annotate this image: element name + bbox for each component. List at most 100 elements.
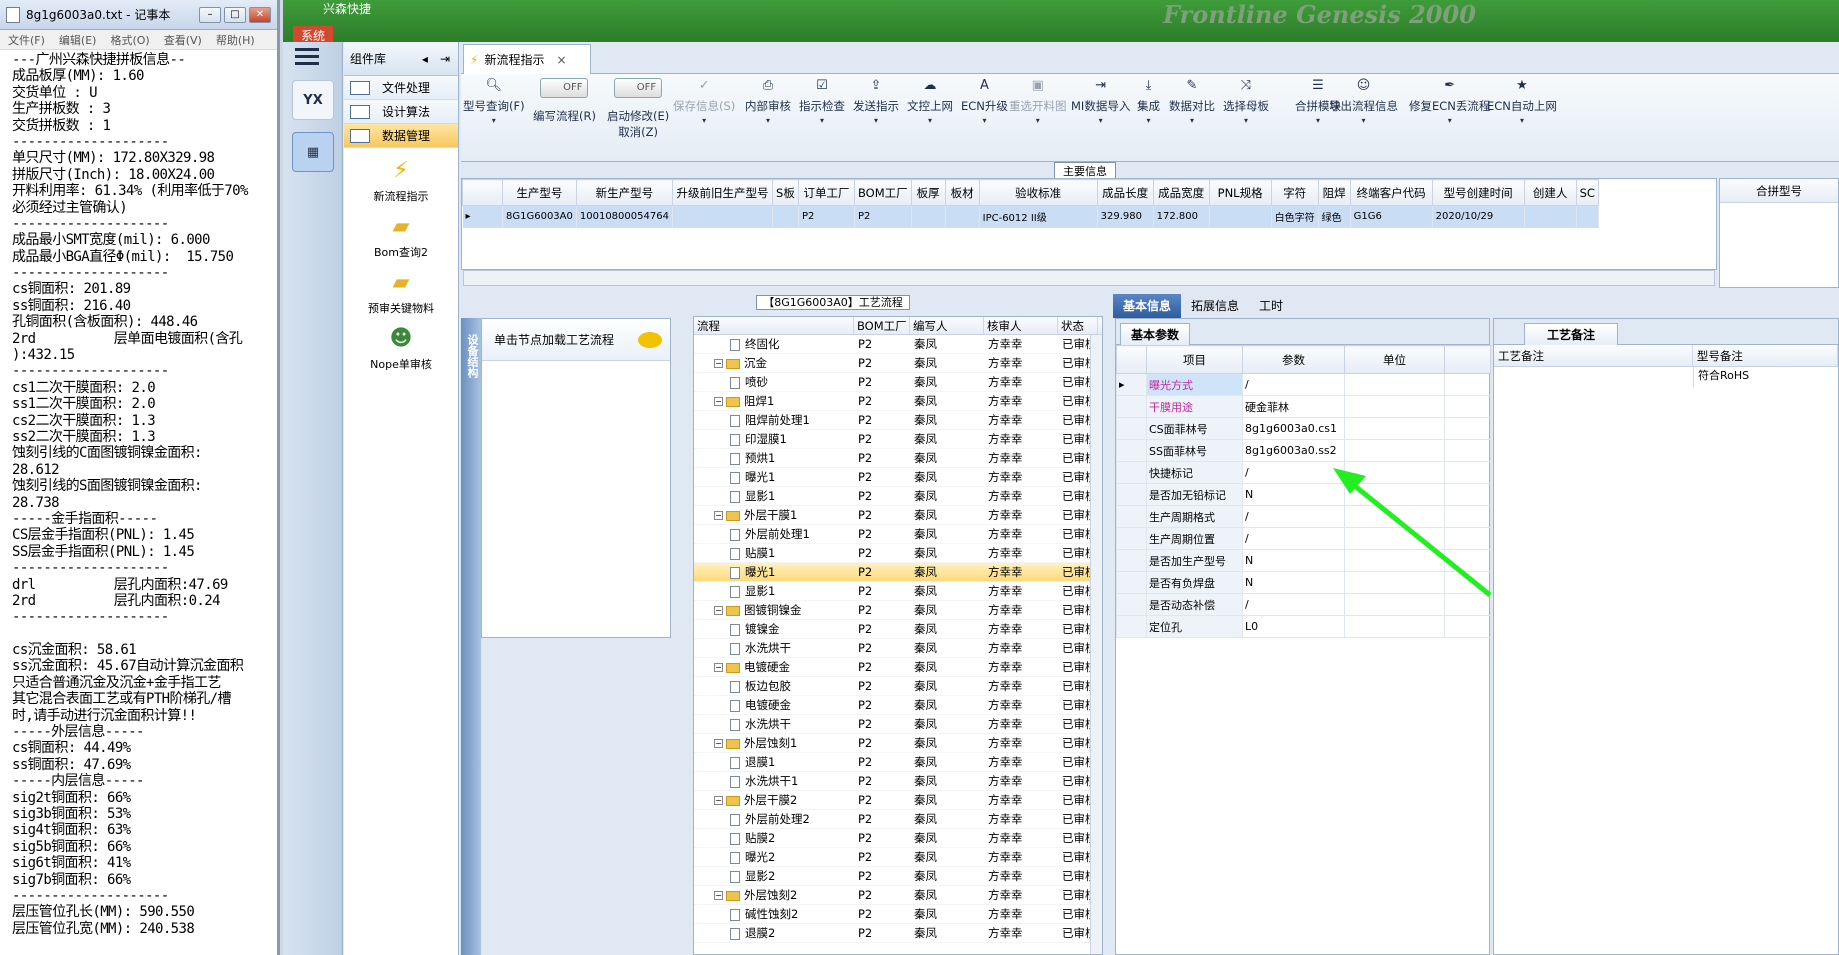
yx-factory-icon[interactable]: YX	[292, 80, 334, 120]
grid-column-header[interactable]: 升级前旧生产型号	[671, 179, 773, 206]
param-value[interactable]: 硬金菲林	[1242, 395, 1345, 418]
grid-column-header[interactable]: PNL规格	[1208, 179, 1272, 206]
flow-column-header[interactable]: BOM工厂	[854, 317, 910, 334]
flow-row[interactable]: 贴膜2 P2 秦凤 方幸幸 已审核	[694, 829, 1102, 848]
horizontal-scrollbar[interactable]	[463, 270, 1715, 286]
flow-row[interactable]: − 外层蚀刻1 P2 秦凤 方幸幸 已审核	[694, 734, 1102, 753]
grid-cell[interactable]: P2	[798, 205, 855, 228]
toolbar-button-4[interactable]: ⎙ 内部审核 ▾	[745, 78, 791, 125]
grid-cell[interactable]	[1209, 205, 1272, 228]
grid-column-header[interactable]: 字符	[1270, 179, 1319, 206]
params-row[interactable]: 是否有负焊盘 N	[1116, 571, 1491, 594]
vertical-scrollbar[interactable]	[1090, 335, 1102, 954]
flow-row[interactable]: 阻焊前处理1 P2 秦凤 方幸幸 已审核	[694, 411, 1102, 430]
grid-cell[interactable]: 2020/10/29	[1432, 205, 1525, 228]
param-unit[interactable]	[1344, 571, 1445, 594]
grid-column-header[interactable]: 生产型号	[502, 179, 577, 206]
collapse-icon[interactable]: −	[714, 891, 723, 900]
collapse-icon[interactable]: −	[714, 397, 723, 406]
grid-column-header[interactable]: SC	[1575, 179, 1599, 206]
grid-cell[interactable]: G1G6	[1350, 205, 1433, 228]
param-unit[interactable]	[1344, 439, 1445, 462]
param-unit[interactable]	[1344, 615, 1445, 638]
flow-row[interactable]: 外层前处理1 P2 秦凤 方幸幸 已审核	[694, 525, 1102, 544]
tab-close-icon[interactable]: ×	[556, 53, 566, 67]
flow-row[interactable]: 印湿膜1 P2 秦凤 方幸幸 已审核	[694, 430, 1102, 449]
flow-row[interactable]: 水洗烘干1 P2 秦凤 方幸幸 已审核	[694, 772, 1102, 791]
flow-row[interactable]: 曝光1 P2 秦凤 方幸幸 已审核	[694, 468, 1102, 487]
params-row[interactable]: 定位孔 L0	[1116, 615, 1491, 638]
param-unit[interactable]	[1344, 417, 1445, 440]
grid-column-header[interactable]: 新生产型号	[575, 179, 673, 206]
flow-row[interactable]: − 沉金 P2 秦凤 方幸幸 已审核	[694, 354, 1102, 373]
notepad-text-area[interactable]: ---广州兴森快捷拼板信息-- 成品板厚(MM): 1.60 交货单位 : U 生产拼…	[0, 50, 277, 937]
params-column-header[interactable]: 单位	[1344, 345, 1445, 374]
collapse-left-icon[interactable]: ◂	[422, 52, 428, 66]
toolbar-button-3[interactable]: ✓ 保存信息(S) ▾	[673, 78, 735, 125]
param-value[interactable]: 8g1g6003a0.cs1	[1242, 417, 1345, 440]
params-column-header[interactable]: 参数	[1242, 345, 1345, 374]
model-note-cell[interactable]: 符合RoHS	[1694, 367, 1749, 387]
grid-cell[interactable]: 白色字符	[1271, 205, 1319, 228]
grid-cell[interactable]: 绿色	[1318, 205, 1351, 228]
params-row[interactable]: 是否动态补偿 /	[1116, 593, 1491, 616]
param-unit[interactable]	[1344, 505, 1445, 528]
basic-params-title[interactable]: 基本参数	[1120, 323, 1191, 345]
menu-help[interactable]: 帮助(H)	[216, 32, 255, 48]
hint-header[interactable]: 单击节点加载工艺流程	[482, 319, 670, 361]
flow-row[interactable]: 水洗烘干 P2 秦凤 方幸幸 已审核	[694, 715, 1102, 734]
toggle-switch[interactable]: OFF	[614, 78, 663, 98]
flow-row[interactable]: 退膜2 P2 秦凤 方幸幸 已审核	[694, 924, 1102, 943]
toolbar-button-10[interactable]: ⇥ MI数据导入 ▾	[1071, 78, 1130, 125]
toolbar-button-6[interactable]: ⇪ 发送指示 ▾	[853, 78, 899, 125]
param-value[interactable]: /	[1242, 373, 1345, 396]
toolbar-button-2[interactable]: OFF 启动修改(E) 取消(Z)	[607, 78, 669, 140]
minimize-button[interactable]: –	[199, 6, 221, 23]
flow-column-header[interactable]: 核审人	[984, 317, 1058, 334]
grid-cell[interactable]	[911, 205, 946, 228]
component-item-data[interactable]: 数据管理	[344, 124, 458, 148]
param-unit[interactable]	[1344, 461, 1445, 484]
toolbar-button-0[interactable]: 🔍︎ 型号查询(F) ▾	[463, 78, 525, 125]
toolbar-button-17[interactable]: ★ ECN自动上网 ▾	[1487, 78, 1557, 125]
grid-cell[interactable]	[945, 205, 980, 228]
tool-new-flow[interactable]: ⚡ 新流程指示	[344, 158, 458, 204]
flow-row[interactable]: 板边包胶 P2 秦凤 方幸幸 已审核	[694, 677, 1102, 696]
flow-row[interactable]: 退膜1 P2 秦凤 方幸幸 已审核	[694, 753, 1102, 772]
params-column-header[interactable]: 项目	[1146, 345, 1243, 374]
collapse-icon[interactable]: −	[714, 796, 723, 805]
craft-notes-title[interactable]: 工艺备注	[1524, 323, 1619, 345]
flow-row[interactable]: 水洗烘干 P2 秦凤 方幸幸 已审核	[694, 639, 1102, 658]
close-button[interactable]: ✕	[249, 6, 271, 23]
tab-extended-info[interactable]: 拓展信息	[1181, 294, 1249, 318]
component-item-file[interactable]: 文件处理	[344, 76, 458, 100]
grid-cell[interactable]	[772, 205, 799, 228]
table-row[interactable]: ▸ 8G1G6003A0 10010800054764 P2 P2 IPC-6012 II…	[462, 205, 1599, 228]
hamburger-icon[interactable]	[295, 48, 319, 68]
grid-column-header[interactable]: 板材	[944, 179, 980, 206]
params-row[interactable]: ▸ 曝光方式 /	[1116, 373, 1491, 396]
param-unit[interactable]	[1344, 483, 1445, 506]
grid-column-header[interactable]: 终端客户代码	[1349, 179, 1433, 206]
tool-bom-query[interactable]: ▰ Bom查询2	[344, 214, 458, 260]
flow-row[interactable]: − 外层干膜1 P2 秦凤 方幸幸 已审核	[694, 506, 1102, 525]
param-value[interactable]: L0	[1242, 615, 1345, 638]
grid-cell[interactable]: 329.980	[1097, 205, 1154, 228]
flow-row[interactable]: 碱性蚀刻2 P2 秦凤 方幸幸 已审核	[694, 905, 1102, 924]
flow-column-header[interactable]: 状态	[1058, 317, 1098, 334]
toolbar-button-16[interactable]: ✒ 修复ECN丢流程 ▾	[1409, 78, 1490, 125]
grid-column-header[interactable]: 成品长度	[1096, 179, 1154, 206]
flow-row[interactable]: 曝光1 P2 秦凤 方幸幸 已审核	[694, 563, 1102, 582]
params-row[interactable]: 是否加无铅标记 N	[1116, 483, 1491, 506]
toolbar-button-8[interactable]: A ECN升级 ▾	[961, 78, 1008, 125]
toolbar-button-11[interactable]: ⤓ 集成 ▾	[1137, 78, 1160, 125]
param-value[interactable]: /	[1242, 593, 1345, 616]
toolbar-button-15[interactable]: ☺ 导出流程信息 ▾	[1329, 78, 1398, 125]
menu-view[interactable]: 查看(V)	[164, 32, 202, 48]
grid-column-header[interactable]: 型号创建时间	[1431, 179, 1525, 206]
param-unit[interactable]	[1344, 549, 1445, 572]
grid-column-header[interactable]: BOM工厂	[853, 179, 912, 206]
flow-row[interactable]: 外层前处理2 P2 秦凤 方幸幸 已审核	[694, 810, 1102, 829]
toolbar-button-1[interactable]: OFF 编写流程(R)	[533, 78, 596, 124]
flow-row[interactable]: 终固化 P2 秦凤 方幸幸 已审核	[694, 335, 1102, 354]
